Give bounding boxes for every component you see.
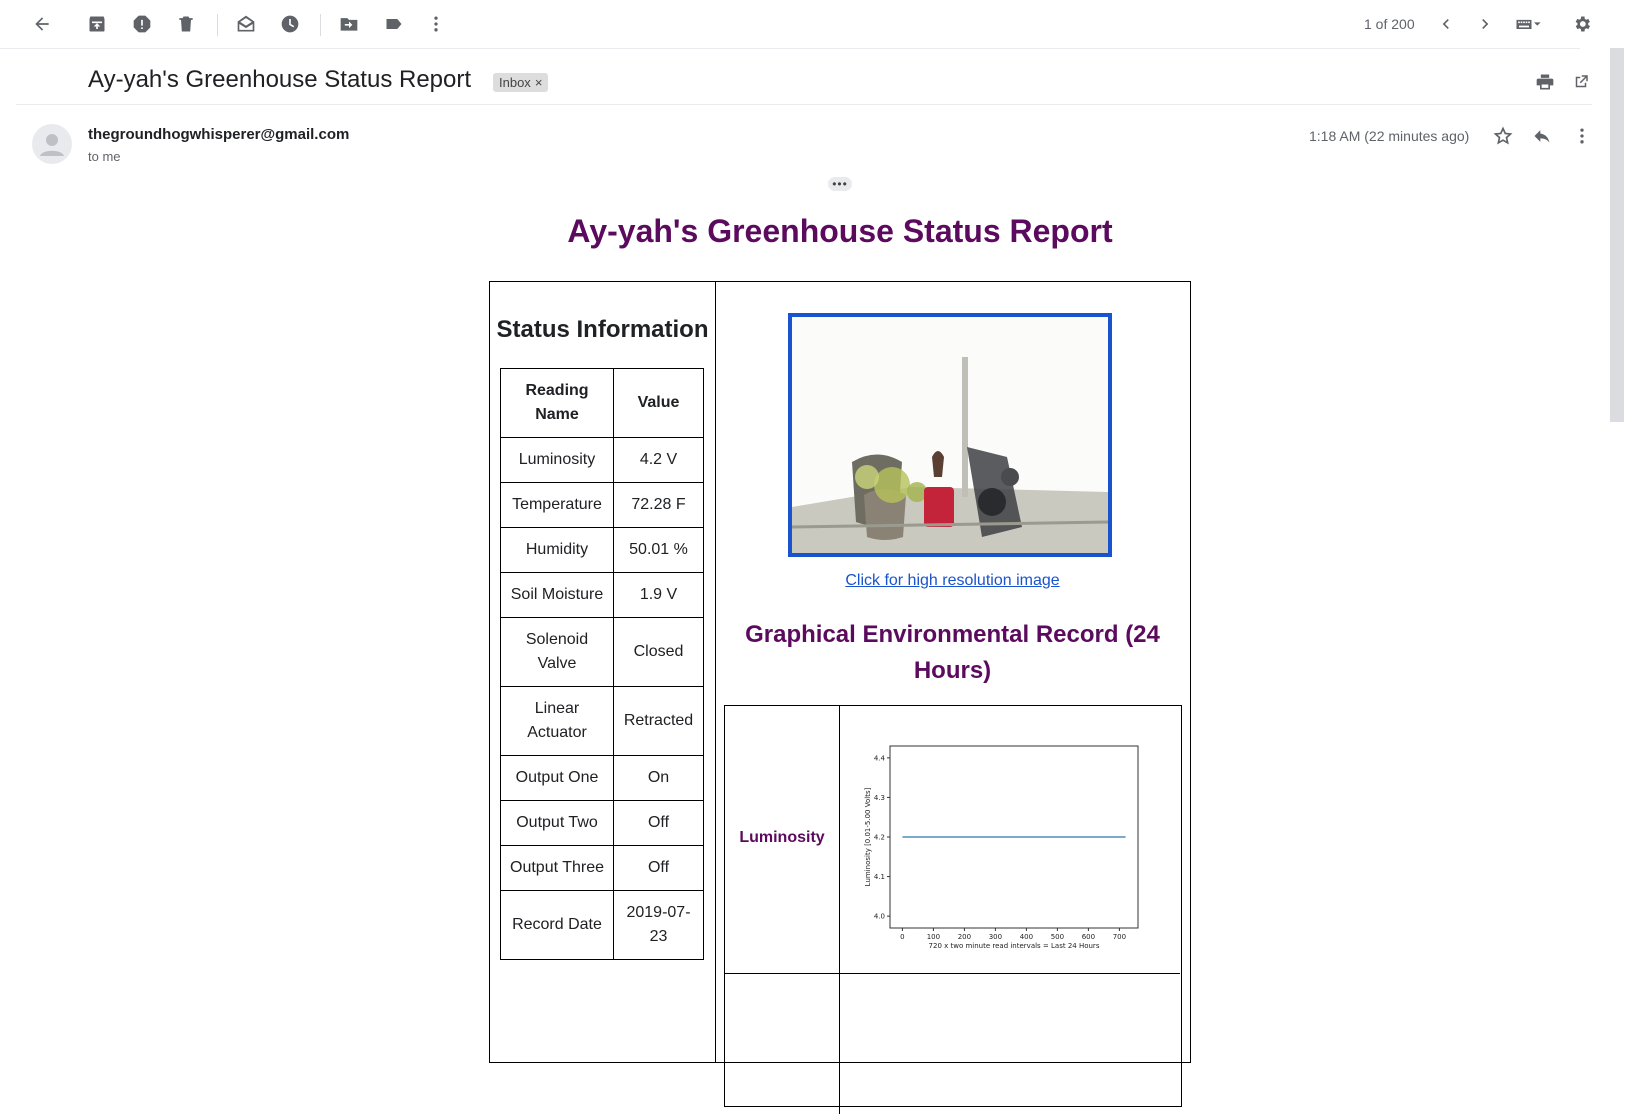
- table-row: Output Three Off: [500, 845, 704, 891]
- x-tick-label: 600: [1082, 933, 1095, 941]
- x-axis-label: 720 x two minute read intervals = Last 2…: [929, 942, 1100, 950]
- table-row: Temperature 72.28 F: [500, 482, 704, 528]
- report-title: Ay-yah's Greenhouse Status Report: [567, 213, 1113, 249]
- status-table-header: Reading Name Value: [500, 368, 704, 438]
- reading-value: Retracted: [613, 686, 704, 756]
- snooze-icon[interactable]: [272, 6, 308, 42]
- x-tick-label: 300: [989, 933, 1002, 941]
- show-trimmed-content-button[interactable]: •••: [828, 177, 852, 191]
- graph-section-title: Graphical Environmental Record (24 Hours…: [745, 621, 1160, 684]
- sender-avatar: [32, 124, 72, 164]
- graph-table: Luminosity 0 100 200 300 400 500 600 700 4.0 4.1 4…: [724, 705, 1182, 1114]
- greenhouse-camera-image[interactable]: [788, 313, 1112, 557]
- table-row: Linear Actuator Retracted: [500, 686, 704, 756]
- scrollbar-thumb[interactable]: [1610, 48, 1624, 422]
- y-tick-label: 4.4: [874, 754, 886, 762]
- delete-icon[interactable]: [168, 6, 204, 42]
- star-icon[interactable]: [1485, 118, 1521, 154]
- reading-name: Output Two: [500, 800, 614, 846]
- print-icon[interactable]: [1527, 64, 1563, 100]
- header-reading-name: Reading Name: [500, 368, 614, 438]
- report-spam-icon[interactable]: [124, 6, 160, 42]
- received-time: 1:18 AM (22 minutes ago): [1309, 128, 1470, 144]
- reading-value: 72.28 F: [613, 482, 704, 528]
- table-row: Solenoid Valve Closed: [500, 617, 704, 687]
- camera-photo: [792, 317, 1108, 553]
- label-icon[interactable]: [376, 6, 412, 42]
- chevron-left-icon[interactable]: [1428, 6, 1464, 42]
- inbox-label-text: Inbox: [499, 75, 531, 90]
- keyboard-icon[interactable]: [1504, 6, 1554, 42]
- settings-gear-icon[interactable]: [1564, 6, 1600, 42]
- chevron-right-icon[interactable]: [1467, 6, 1503, 42]
- reading-value: 2019-07-23: [613, 890, 704, 960]
- table-row: Record Date 2019-07-23: [500, 890, 704, 960]
- y-tick-label: 4.1: [874, 873, 885, 881]
- reading-name: Solenoid Valve: [500, 617, 614, 687]
- x-tick-label: 100: [927, 933, 940, 941]
- subject-divider: [16, 104, 1592, 105]
- report-table: Status Information Reading Name Value Lu…: [489, 281, 1191, 1114]
- x-tick-label: 500: [1051, 933, 1064, 941]
- y-tick-label: 4.3: [874, 794, 885, 802]
- mark-unread-icon[interactable]: [228, 6, 264, 42]
- graph-label-luminosity: Luminosity: [739, 829, 825, 846]
- reading-name: Output One: [500, 755, 614, 801]
- graph-label-cell: [725, 974, 840, 1114]
- pager-count: 1 of 200: [1364, 16, 1415, 32]
- high-resolution-link[interactable]: Click for high resolution image: [715, 572, 1190, 590]
- status-table: Reading Name Value Luminosity 4.2 V Tempe…: [500, 368, 704, 960]
- reading-name: Temperature: [500, 482, 614, 528]
- more-vert-icon[interactable]: [418, 6, 454, 42]
- reading-name: Output Three: [500, 845, 614, 891]
- graph-label-cell: Luminosity: [725, 706, 840, 974]
- open-new-window-icon[interactable]: [1563, 64, 1599, 100]
- luminosity-chart-cell: 0 100 200 300 400 500 600 700 4.0 4.1 4.2 4.3 4.4 720…: [840, 706, 1180, 974]
- reading-value: 50.01 %: [613, 527, 704, 573]
- x-tick-label: 200: [958, 933, 971, 941]
- reading-name: Record Date: [500, 890, 614, 960]
- table-row: Output One On: [500, 755, 704, 801]
- sender-email[interactable]: thegroundhogwhisperer@gmail.com: [88, 126, 349, 143]
- reading-name: Luminosity: [500, 437, 614, 483]
- remove-label-icon[interactable]: ×: [535, 75, 543, 90]
- move-to-icon[interactable]: [331, 6, 367, 42]
- table-row: Output Two Off: [500, 800, 704, 846]
- reading-name: Soil Moisture: [500, 572, 614, 618]
- more-vert-icon[interactable]: [1564, 118, 1600, 154]
- table-row: Humidity 50.01 %: [500, 527, 704, 573]
- reading-value: 1.9 V: [613, 572, 704, 618]
- x-tick-label: 400: [1020, 933, 1033, 941]
- status-title: Status Information: [496, 316, 709, 343]
- recipient-line[interactable]: to me: [88, 149, 121, 164]
- reading-value: Closed: [613, 617, 704, 687]
- luminosity-chart: 0 100 200 300 400 500 600 700 4.0 4.1 4.2 4.3 4.4 720…: [864, 745, 1139, 950]
- status-cell: Status Information Reading Name Value Lu…: [490, 282, 716, 1062]
- archive-icon[interactable]: [79, 6, 115, 42]
- reading-value: On: [613, 755, 704, 801]
- message-toolbar: 1 of 200: [0, 0, 1590, 49]
- back-arrow-icon[interactable]: [24, 6, 60, 42]
- reading-value: 4.2 V: [613, 437, 704, 483]
- x-tick-label: 0: [900, 933, 904, 941]
- reading-name: Humidity: [500, 527, 614, 573]
- table-row: Soil Moisture 1.9 V: [500, 572, 704, 618]
- reading-name: Linear Actuator: [500, 686, 614, 756]
- y-tick-label: 4.2: [874, 834, 885, 842]
- y-tick-label: 4.0: [874, 913, 885, 921]
- reading-value: Off: [613, 845, 704, 891]
- reply-icon[interactable]: [1524, 118, 1560, 154]
- table-row: Luminosity 4.2 V: [500, 437, 704, 483]
- header-value: Value: [613, 368, 704, 438]
- inbox-label-chip[interactable]: Inbox ×: [493, 73, 549, 92]
- x-tick-label: 700: [1113, 933, 1126, 941]
- reading-value: Off: [613, 800, 704, 846]
- y-axis-label: Luminosity [0.01-5.00 Volts]: [864, 787, 872, 886]
- email-subject: Ay-yah's Greenhouse Status Report: [88, 66, 472, 93]
